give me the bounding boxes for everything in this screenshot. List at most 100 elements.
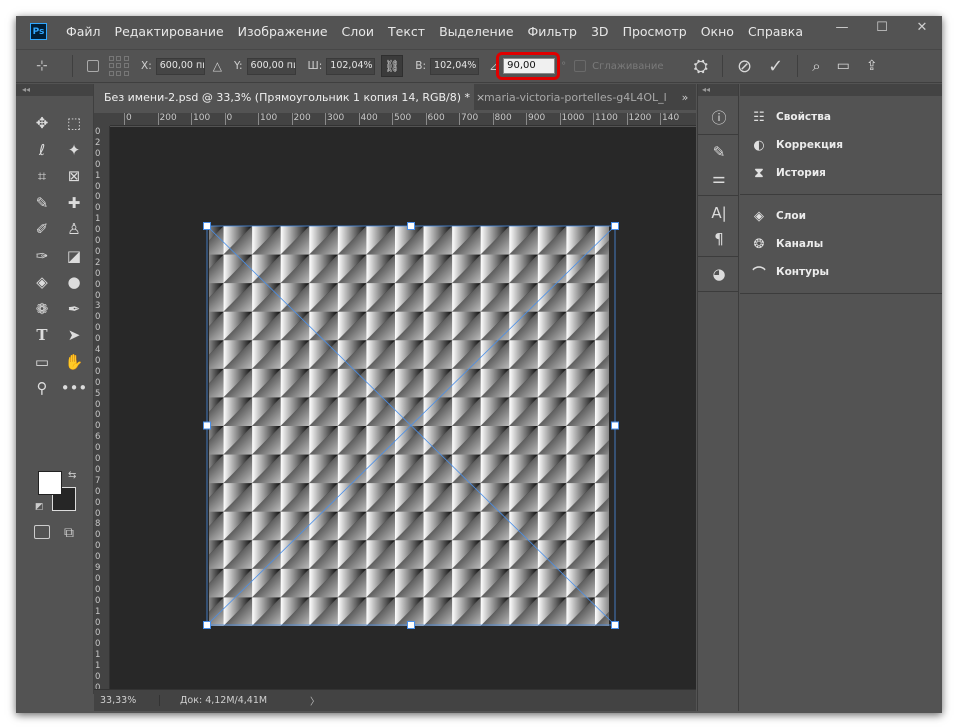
hand-tool-icon[interactable]: ✋ — [62, 351, 86, 373]
lasso-tool-icon[interactable]: ℓ — [30, 139, 54, 161]
frame-tool-icon[interactable]: ⊠ — [62, 165, 86, 187]
marquee-tool-icon[interactable]: ⬚ — [62, 112, 86, 134]
transform-handle[interactable] — [611, 621, 619, 629]
paragraph-panel-icon[interactable]: ¶ — [698, 226, 740, 252]
blur-tool-icon[interactable]: ● — [62, 271, 86, 293]
photoshop-logo-icon[interactable]: Ps — [30, 23, 47, 40]
screen-mode-icon[interactable]: ⧉ — [64, 525, 74, 541]
channels-icon: ❂ — [753, 236, 765, 252]
transform-handle[interactable] — [407, 222, 415, 230]
horizontal-ruler[interactable]: 0 200 100 0 100 200 300 400 500 600 700 800 900 1000 1… — [110, 113, 696, 126]
swatches-panel-icon[interactable]: ◕ — [698, 261, 740, 287]
panel-paths[interactable]: ⌒ Контуры — [740, 258, 942, 286]
height-field[interactable]: 102,04% — [430, 57, 480, 75]
transform-handle[interactable] — [203, 222, 211, 230]
maximize-button[interactable]: ☐ — [862, 16, 902, 38]
rectangle-tool-icon[interactable]: ▭ — [30, 351, 54, 373]
menu-3d[interactable]: 3D — [584, 24, 616, 39]
close-window-button[interactable]: ✕ — [902, 16, 942, 38]
clone-stamp-tool-icon[interactable]: ♙ — [62, 218, 86, 240]
width-field[interactable]: 102,04% — [326, 57, 376, 75]
tab-document-1[interactable]: Без имени-2.psd @ 33,3% (Прямоугольник 1… — [94, 84, 485, 110]
tab-document-2[interactable]: maria-victoria-portelles-g4L4OL_l — [474, 84, 674, 110]
minimize-button[interactable]: — — [822, 16, 862, 38]
panel-layers[interactable]: ◈ Слои — [740, 202, 942, 230]
ruler-label: 0 — [95, 192, 101, 203]
reference-point-grid-icon[interactable] — [109, 56, 129, 76]
menu-layers[interactable]: Слои — [335, 24, 382, 39]
dock-collapse-icon[interactable]: ◂◂ — [698, 84, 738, 96]
toolbar-collapse-icon[interactable]: ◂◂ — [16, 84, 93, 96]
workspace-icon[interactable]: ▭ — [837, 58, 850, 74]
reference-point-checkbox[interactable] — [87, 60, 99, 72]
foreground-color-swatch[interactable] — [38, 471, 62, 495]
panel-channels[interactable]: ❂ Каналы — [740, 230, 942, 258]
commit-transform-icon[interactable]: ✓ — [768, 56, 783, 77]
eyedropper-tool-icon[interactable]: ✎ — [30, 192, 54, 214]
type-tool-icon[interactable]: T — [30, 324, 54, 346]
document-canvas[interactable] — [110, 127, 696, 689]
status-menu-icon[interactable]: 〉 — [310, 694, 320, 708]
warp-mode-icon[interactable]: ⛭ — [694, 56, 708, 77]
transform-handle[interactable] — [407, 621, 415, 629]
ruler-label: 400 — [360, 113, 378, 123]
menu-window[interactable]: Окно — [694, 24, 741, 39]
menu-filter[interactable]: Фильтр — [521, 24, 584, 39]
move-tool-icon[interactable]: ✥ — [30, 112, 54, 134]
zoom-level[interactable]: 33,33% — [94, 695, 160, 706]
transform-handle[interactable] — [611, 222, 619, 230]
history-brush-tool-icon[interactable]: ✑ — [30, 245, 54, 267]
more-tabs-icon[interactable]: » — [674, 84, 696, 110]
smoothing-checkbox[interactable] — [574, 60, 587, 72]
quick-mask-icon[interactable] — [34, 525, 50, 539]
character-panel-icon[interactable]: A| — [698, 200, 740, 226]
ruler-label: 0 — [95, 508, 101, 519]
divider — [698, 291, 738, 292]
dodge-tool-icon[interactable]: ❁ — [30, 298, 54, 320]
ruler-label: 0 — [95, 584, 101, 595]
menu-view[interactable]: Просмотр — [616, 24, 694, 39]
transform-handle[interactable] — [611, 421, 619, 430]
x-position-field[interactable]: 600,00 пи — [155, 57, 205, 75]
search-icon[interactable]: ⌕ — [812, 57, 820, 75]
brush-settings-icon[interactable]: ✎ — [698, 139, 740, 165]
ruler-label: 0 — [95, 312, 101, 323]
path-selection-tool-icon[interactable]: ➤ — [62, 324, 86, 346]
delta-icon[interactable]: △ — [213, 59, 222, 73]
default-colors-icon[interactable]: ◩ — [35, 502, 44, 512]
swap-colors-icon[interactable]: ⇆ — [68, 470, 76, 481]
panel-adjustments[interactable]: ◐ Коррекция — [740, 131, 942, 159]
degree-unit: ° — [561, 60, 567, 72]
pen-tool-icon[interactable]: ✒ — [62, 298, 86, 320]
menu-type[interactable]: Текст — [381, 24, 432, 39]
canvas-area[interactable] — [110, 127, 696, 689]
menu-image[interactable]: Изображение — [231, 24, 335, 39]
link-proportions-button[interactable]: ⛓ — [381, 55, 404, 77]
brush-tool-icon[interactable]: ✐ — [30, 218, 54, 240]
transform-tool-preset-icon[interactable]: ⊹ — [36, 58, 66, 74]
more-tools-icon[interactable]: ••• — [61, 377, 88, 399]
panel-properties[interactable]: ☷ Свойства — [740, 103, 942, 131]
panel-label: Слои — [776, 210, 806, 222]
paint-bucket-tool-icon[interactable]: ◈ — [30, 271, 54, 293]
menu-select[interactable]: Выделение — [432, 24, 520, 39]
panel-history[interactable]: ⧗ История — [740, 159, 942, 187]
info-panel-icon[interactable]: ⓘ — [698, 104, 740, 130]
ruler-label: 0 — [95, 573, 101, 584]
transform-handle[interactable] — [203, 421, 211, 430]
y-position-field[interactable]: 600,00 пи — [246, 57, 296, 75]
divider — [698, 134, 738, 135]
share-icon[interactable]: ⇪ — [866, 58, 878, 74]
vertical-ruler[interactable]: 0200100010002000300040005000600070008000… — [94, 126, 110, 694]
magic-wand-tool-icon[interactable]: ✦ — [62, 139, 86, 161]
eraser-tool-icon[interactable]: ◪ — [62, 245, 86, 267]
menu-file[interactable]: Файл — [59, 24, 108, 39]
transform-handle[interactable] — [203, 621, 211, 629]
zoom-tool-icon[interactable]: ⚲ — [30, 377, 54, 399]
cancel-transform-icon[interactable]: ⊘ — [737, 56, 752, 77]
brush-presets-icon[interactable]: ⚌ — [698, 165, 740, 191]
menu-help[interactable]: Справка — [741, 24, 810, 39]
healing-brush-tool-icon[interactable]: ✚ — [62, 192, 86, 214]
crop-tool-icon[interactable]: ⌗ — [30, 165, 54, 187]
menu-edit[interactable]: Редактирование — [108, 24, 231, 39]
